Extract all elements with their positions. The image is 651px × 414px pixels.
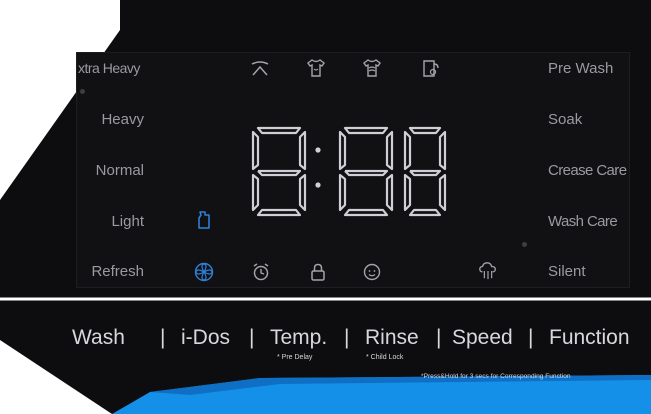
wash-button[interactable]: Wash [72,326,125,350]
separator: | [344,326,350,349]
function-button[interactable]: Function [549,326,630,350]
detergent-bottle-icon [198,211,210,229]
baby-icon [363,263,381,281]
temp-button[interactable]: Temp. [270,326,327,350]
digit-8-second [338,126,394,217]
alarm-clock-icon [253,263,269,281]
separator: | [436,326,442,349]
steam-icon [479,262,496,280]
separator: | [160,326,166,349]
pre-delay-sublabel: * Pre Delay [277,354,313,361]
fan-icon [194,262,214,282]
child-lock-sublabel: * Child Lock [366,354,404,361]
button-row: Wash | i-Dos | Temp. | Rinse | Speed | F… [72,326,651,358]
digit-8-first [251,126,307,217]
rinse-button[interactable]: Rinse [365,326,419,350]
speed-button[interactable]: Speed [452,326,513,350]
digit-8-third [403,126,447,217]
press-hold-note: *Press&Hold for 3 secs for Corresponding… [421,373,571,380]
separator: | [249,326,255,349]
separator: | [528,326,534,349]
colon-dot-top [315,147,321,153]
colon-dot-bottom [315,182,321,188]
idos-button[interactable]: i-Dos [181,326,230,350]
lock-icon [311,263,325,281]
